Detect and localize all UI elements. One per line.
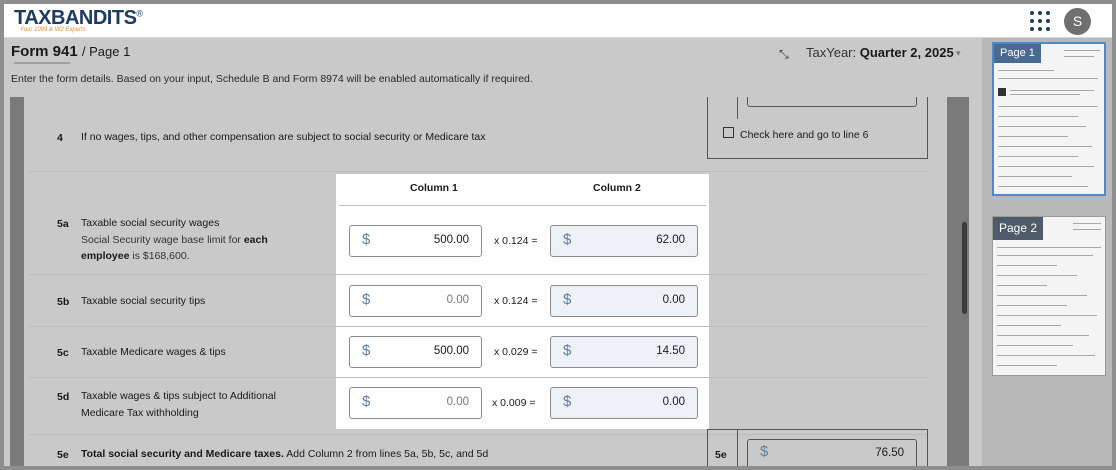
form-scrollbar[interactable] bbox=[947, 97, 969, 466]
column1-header: Column 1 bbox=[410, 182, 458, 194]
line5b-column2-value: $0.00 bbox=[550, 285, 698, 317]
line5a-column2-value: $62.00 bbox=[550, 225, 698, 257]
column2-header: Column 2 bbox=[593, 182, 641, 194]
line5b-rate: x 0.124 = bbox=[494, 295, 538, 307]
logo-tagline: Your 1099 & W2 Experts bbox=[20, 27, 86, 33]
line5b-text: Taxable social security tips bbox=[81, 295, 206, 307]
line5c-column1-input[interactable]: $500.00 bbox=[349, 336, 482, 368]
line4-checkbox-label: Check here and go to line 6 bbox=[740, 129, 869, 141]
taxyear-dropdown-icon[interactable]: ▾ bbox=[956, 48, 961, 59]
top-navbar: TAXBANDITS® Your 1099 & W2 Experts S bbox=[4, 4, 1112, 38]
page2-thumbnail[interactable]: Page 2 bbox=[992, 216, 1106, 376]
page1-thumbnail-label: Page 1 bbox=[994, 44, 1041, 63]
scrollbar-thumb[interactable] bbox=[962, 222, 967, 314]
line5a-text: Taxable social security wages bbox=[81, 217, 220, 229]
collapse-arrows-icon[interactable]: ⤡ bbox=[779, 47, 789, 62]
taxyear-indicator: TaxYear: Quarter 2, 2025 bbox=[806, 45, 954, 60]
line5d-rate: x 0.009 = bbox=[492, 397, 536, 409]
line5c-code: 5c bbox=[57, 347, 69, 359]
user-avatar[interactable]: S bbox=[1064, 8, 1091, 35]
line5d-code: 5d bbox=[57, 391, 70, 403]
line4-text: If no wages, tips, and other compensatio… bbox=[81, 131, 486, 143]
form-left-border bbox=[10, 97, 24, 466]
app-frame: TAXBANDITS® Your 1099 & W2 Experts S For… bbox=[4, 4, 1112, 466]
line4-checkbox[interactable] bbox=[723, 127, 734, 138]
line4-code: 4 bbox=[57, 132, 63, 144]
line3-input[interactable] bbox=[747, 97, 917, 107]
line5c-column2-value: $14.50 bbox=[550, 336, 698, 368]
page-description: Enter the form details. Based on your in… bbox=[11, 73, 533, 85]
line5c-rate: x 0.029 = bbox=[494, 346, 538, 358]
line5a-column1-input[interactable]: $500.00 bbox=[349, 225, 482, 257]
line5e-text: Total social security and Medicare taxes… bbox=[81, 448, 489, 460]
line5e-box-code: 5e bbox=[715, 449, 727, 461]
line5e-total-value: $76.50 bbox=[747, 439, 917, 466]
line5c-text: Taxable Medicare wages & tips bbox=[81, 346, 226, 358]
line5b-column1-input[interactable]: $0.00 bbox=[349, 285, 482, 317]
page2-thumbnail-label: Page 2 bbox=[993, 217, 1044, 240]
title-underline bbox=[14, 62, 70, 64]
line5d-text-line2: Medicare Tax withholding bbox=[81, 407, 199, 419]
line5d-column1-input[interactable]: $0.00 bbox=[349, 387, 482, 419]
page1-thumbnail[interactable]: Page 1 bbox=[992, 42, 1106, 196]
line5a-rate: x 0.124 = bbox=[494, 235, 538, 247]
line5b-code: 5b bbox=[57, 296, 70, 308]
line5a-subtext: Social Security wage base limit for each… bbox=[81, 234, 268, 262]
line5e-code: 5e bbox=[57, 449, 69, 461]
line5d-text-line1: Taxable wages & tips subject to Addition… bbox=[81, 390, 276, 402]
line5d-column2-value: $0.00 bbox=[550, 387, 698, 419]
line5a-code: 5a bbox=[57, 218, 69, 230]
page-title: Form 941 / Page 1 bbox=[11, 43, 131, 60]
page-header: Form 941 / Page 1 ⤡ TaxYear: Quarter 2, … bbox=[4, 38, 984, 96]
apps-grid-icon[interactable] bbox=[1030, 11, 1050, 31]
page-thumbnails-sidebar: Page 1 Page 2 bbox=[982, 38, 1112, 466]
